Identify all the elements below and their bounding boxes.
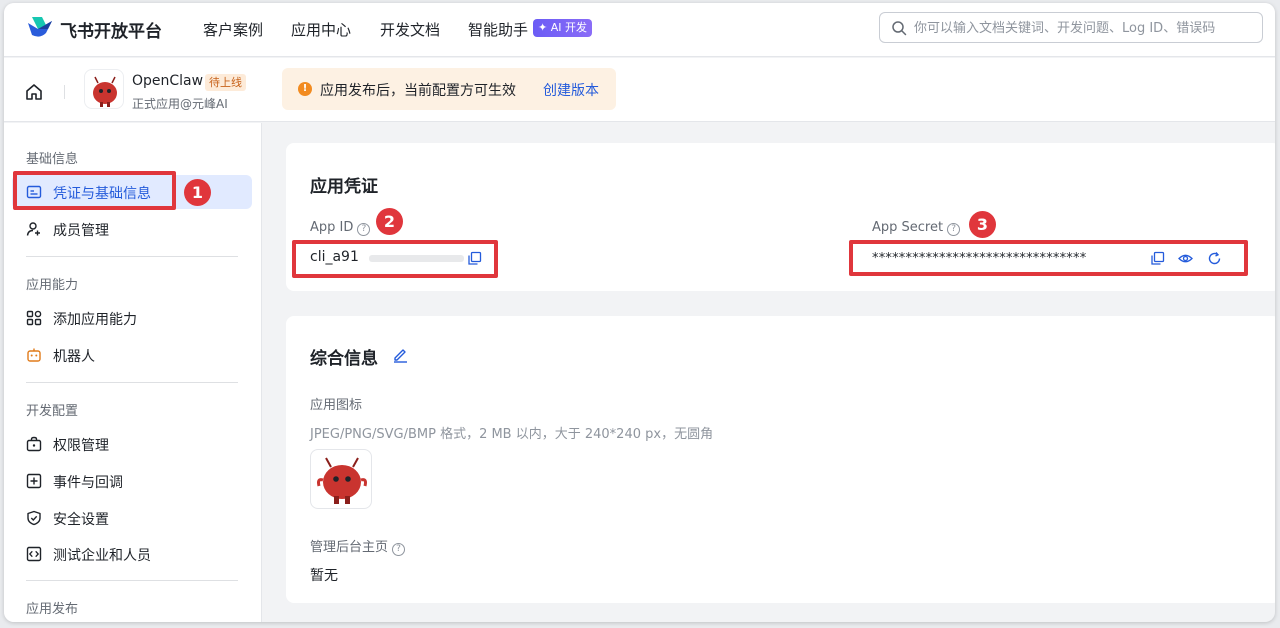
sidebar-item-test-users[interactable]: 测试企业和人员 <box>12 537 252 571</box>
divider <box>64 85 65 99</box>
nav-ai-assistant[interactable]: 智能助手 <box>468 19 528 40</box>
annotation-marker-1: 1 <box>184 179 211 206</box>
app-icon-hint: JPEG/PNG/SVG/BMP 格式，2 MB 以内，大于 240*240 p… <box>310 427 714 442</box>
sidebar-item-label: 添加应用能力 <box>53 312 137 328</box>
sidebar-item-bot[interactable]: 机器人 <box>12 338 252 372</box>
sidebar-item-label: 成员管理 <box>53 223 109 239</box>
annotation-box <box>292 240 498 278</box>
grid-icon <box>26 310 42 326</box>
mascot-icon <box>93 76 117 107</box>
lock-box-icon <box>26 436 42 452</box>
homepage-label-text: 管理后台主页 <box>310 540 389 555</box>
sidebar-item-label: 机器人 <box>53 349 95 365</box>
status-badge: 待上线 <box>205 74 246 91</box>
create-version-link[interactable]: 创建版本 <box>543 80 599 100</box>
sidebar-item-security[interactable]: 安全设置 <box>12 501 252 535</box>
shield-icon <box>27 510 41 526</box>
app-icon-label: 应用图标 <box>310 398 363 413</box>
divider <box>26 580 238 581</box>
app-id-label: App ID? <box>310 220 371 236</box>
top-nav: 飞书开放平台 客户案例 应用中心 开发文档 智能助手 ✦ AI 开发 <box>4 3 1275 57</box>
nav-dev-docs[interactable]: 开发文档 <box>380 19 440 40</box>
sidebar-item-label: 安全设置 <box>53 512 109 528</box>
annotation-box <box>13 171 176 210</box>
app-icon-upload[interactable] <box>310 449 372 509</box>
app-subtitle: 正式应用@元峰AI <box>132 97 228 111</box>
sidebar-item-events[interactable]: 事件与回调 <box>12 464 252 498</box>
code-icon <box>26 546 42 562</box>
app-secret-label: App Secret? <box>872 220 961 236</box>
sidebar-item-label: 权限管理 <box>53 438 109 454</box>
divider <box>26 382 238 383</box>
ai-dev-badge[interactable]: ✦ AI 开发 <box>533 19 592 37</box>
annotation-box <box>849 240 1248 276</box>
sidebar-item-label: 测试企业和人员 <box>53 548 151 564</box>
notice-text: 应用发布后，当前配置方可生效 <box>320 83 516 99</box>
annotation-marker-2: 2 <box>376 208 403 235</box>
event-icon <box>26 473 42 489</box>
sidebar-item-add-capability[interactable]: 添加应用能力 <box>12 301 252 335</box>
feishu-logo-icon[interactable] <box>26 15 54 41</box>
edit-icon[interactable] <box>392 346 409 363</box>
help-icon[interactable]: ? <box>947 223 961 236</box>
sidebar-section-capabilities: 应用能力 <box>26 278 79 293</box>
sidebar-section-dev-config: 开发配置 <box>26 404 79 419</box>
app-header: OpenClaw 待上线 正式应用@元峰AI ! 应用发布后，当前配置方可生效 … <box>4 58 1275 122</box>
app-window: 飞书开放平台 客户案例 应用中心 开发文档 智能助手 ✦ AI 开发 你可以输入… <box>4 3 1275 622</box>
divider <box>26 256 238 257</box>
annotation-marker-3: 3 <box>969 211 996 238</box>
mascot-icon <box>317 457 367 504</box>
sidebar-item-permissions[interactable]: 权限管理 <box>12 427 252 461</box>
sidebar-section-publish: 应用发布 <box>26 602 79 617</box>
app-secret-label-text: App Secret <box>872 220 944 235</box>
homepage-label: 管理后台主页? <box>310 536 406 556</box>
help-icon[interactable]: ? <box>357 223 371 236</box>
search-icon <box>892 21 907 36</box>
app-avatar <box>84 69 124 109</box>
nav-customer-cases[interactable]: 客户案例 <box>203 19 263 40</box>
homepage-value: 暂无 <box>310 568 338 584</box>
user-add-icon <box>26 222 40 236</box>
general-info-card: 综合信息 应用图标 JPEG/PNG/SVG/BMP 格式，2 MB 以内，大于… <box>286 316 1275 603</box>
home-icon[interactable] <box>24 82 44 102</box>
brand-name[interactable]: 飞书开放平台 <box>60 17 162 42</box>
warning-icon: ! <box>298 82 312 96</box>
general-info-title: 综合信息 <box>310 349 378 369</box>
help-icon[interactable]: ? <box>392 543 406 556</box>
credentials-title: 应用凭证 <box>310 177 378 197</box>
publish-notice: ! 应用发布后，当前配置方可生效 创建版本 <box>282 68 616 110</box>
app-id-label-text: App ID <box>310 220 354 235</box>
app-name: OpenClaw <box>132 73 204 89</box>
sidebar-section-basic: 基础信息 <box>26 152 79 167</box>
sidebar-item-label: 事件与回调 <box>53 475 123 491</box>
search-box[interactable] <box>879 12 1263 43</box>
search-input[interactable] <box>914 17 1254 39</box>
sidebar-item-members[interactable]: 成员管理 <box>12 212 252 246</box>
nav-app-center[interactable]: 应用中心 <box>291 19 351 40</box>
robot-icon <box>27 348 41 362</box>
